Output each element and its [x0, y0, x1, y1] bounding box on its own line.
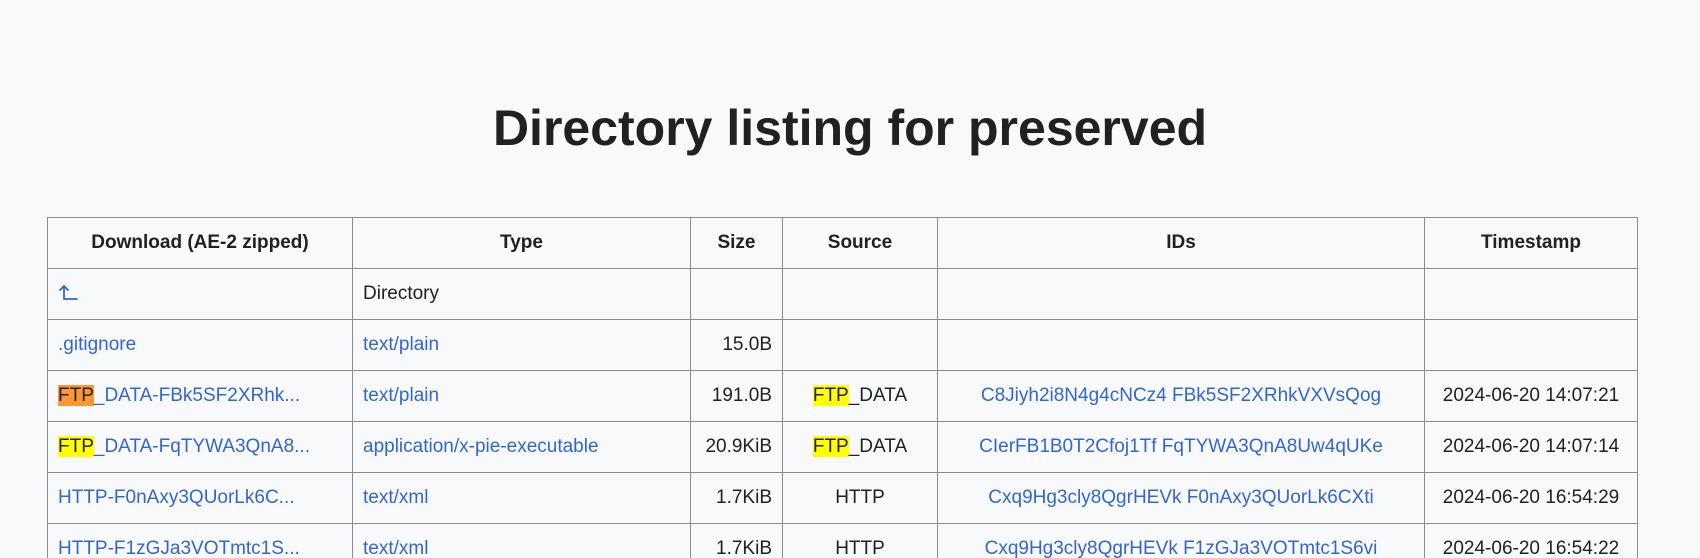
header-source: Source — [782, 217, 938, 269]
parent-directory-cell — [47, 268, 353, 320]
header-download: Download (AE-2 zipped) — [47, 217, 353, 269]
type-cell: text/xml — [352, 523, 691, 558]
size-cell: 20.9KiB — [690, 421, 783, 473]
file-download-link[interactable]: FTP_DATA-FBk5SF2XRhk... — [58, 385, 300, 406]
ids-cell: Cxq9Hg3cly8QgrHEVk F0nAxy3QUorLk6CXti — [937, 472, 1425, 524]
source-cell: FTP_DATA — [782, 421, 938, 473]
type-link[interactable]: text/plain — [363, 334, 439, 355]
source-cell — [782, 319, 938, 371]
timestamp-cell: 2024-06-20 16:54:22 — [1424, 523, 1638, 558]
source-rest: _DATA — [848, 436, 908, 457]
table-row: HTTP-F1zGJa3VOTmtc1S... text/xml 1.7KiB … — [47, 523, 1638, 558]
header-ids: IDs — [937, 217, 1425, 269]
type-link[interactable]: text/plain — [363, 385, 439, 406]
parent-ids-cell — [937, 268, 1425, 320]
size-cell: 1.7KiB — [690, 472, 783, 524]
source-cell: HTTP — [782, 523, 938, 558]
file-name-cell: HTTP-F0nAxy3QUorLk6C... — [47, 472, 353, 524]
ids-cell: Cxq9Hg3cly8QgrHEVk F1zGJa3VOTmtc1S6vi — [937, 523, 1425, 558]
parent-size-cell — [690, 268, 783, 320]
source-highlight: FTP — [812, 385, 849, 406]
ids-link[interactable]: CIerFB1B0T2Cfoj1Tf FqTYWA3QnA8Uw4qUKe — [979, 436, 1383, 457]
timestamp-cell — [1424, 319, 1638, 371]
header-size: Size — [690, 217, 783, 269]
name-rest: HTTP-F1zGJa3VOTmtc1S... — [58, 538, 300, 558]
parent-directory-row: Directory — [47, 268, 1638, 320]
name-rest: HTTP-F0nAxy3QUorLk6C... — [58, 487, 295, 508]
type-link[interactable]: text/xml — [363, 538, 428, 558]
timestamp-cell: 2024-06-20 14:07:21 — [1424, 370, 1638, 422]
file-download-link[interactable]: FTP_DATA-FqTYWA3QnA8... — [58, 436, 310, 457]
header-type: Type — [352, 217, 691, 269]
header-timestamp: Timestamp — [1424, 217, 1638, 269]
size-cell: 191.0B — [690, 370, 783, 422]
type-cell: text/xml — [352, 472, 691, 524]
parent-type-cell: Directory — [352, 268, 691, 320]
ids-cell: C8Jiyh2i8N4g4cNCz4 FBk5SF2XRhkVXVsQog — [937, 370, 1425, 422]
ids-link[interactable]: C8Jiyh2i8N4g4cNCz4 FBk5SF2XRhkVXVsQog — [981, 385, 1381, 406]
file-name-cell: HTTP-F1zGJa3VOTmtc1S... — [47, 523, 353, 558]
table-row: FTP_DATA-FqTYWA3QnA8... application/x-pi… — [47, 421, 1638, 473]
parent-directory-link[interactable] — [58, 284, 78, 305]
source-rest: _DATA — [848, 385, 908, 406]
table-row: FTP_DATA-FBk5SF2XRhk... text/plain 191.0… — [47, 370, 1638, 422]
type-cell: text/plain — [352, 370, 691, 422]
size-cell: 15.0B — [690, 319, 783, 371]
up-arrow-icon — [59, 284, 78, 300]
table-header-row: Download (AE-2 zipped) Type Size Source … — [47, 217, 1638, 269]
source-highlight: FTP — [812, 436, 849, 457]
file-name-cell: FTP_DATA-FBk5SF2XRhk... — [47, 370, 353, 422]
parent-timestamp-cell — [1424, 268, 1638, 320]
source-cell: HTTP — [782, 472, 938, 524]
ids-link[interactable]: Cxq9Hg3cly8QgrHEVk F1zGJa3VOTmtc1S6vi — [985, 538, 1378, 558]
name-rest: .gitignore — [58, 334, 137, 355]
name-highlight: FTP — [58, 436, 94, 457]
table-row: HTTP-F0nAxy3QUorLk6C... text/xml 1.7KiB … — [47, 472, 1638, 524]
file-download-link[interactable]: HTTP-F0nAxy3QUorLk6C... — [58, 487, 295, 508]
page-title: Directory listing for preserved — [492, 100, 1208, 156]
table-row: .gitignore text/plain 15.0B — [47, 319, 1638, 371]
name-rest: _DATA-FqTYWA3QnA8... — [93, 436, 310, 457]
type-link[interactable]: application/x-pie-executable — [363, 436, 599, 457]
name-highlight: FTP — [58, 385, 94, 406]
file-download-link[interactable]: HTTP-F1zGJa3VOTmtc1S... — [58, 538, 300, 558]
timestamp-cell: 2024-06-20 16:54:29 — [1424, 472, 1638, 524]
ids-link[interactable]: Cxq9Hg3cly8QgrHEVk F0nAxy3QUorLk6CXti — [988, 487, 1373, 508]
source-rest: HTTP — [835, 487, 885, 508]
directory-table: Download (AE-2 zipped) Type Size Source … — [47, 217, 1638, 558]
type-link[interactable]: text/xml — [363, 487, 428, 508]
file-name-cell: .gitignore — [47, 319, 353, 371]
ids-cell — [937, 319, 1425, 371]
timestamp-cell: 2024-06-20 14:07:14 — [1424, 421, 1638, 473]
file-download-link[interactable]: .gitignore — [58, 334, 136, 355]
size-cell: 1.7KiB — [690, 523, 783, 558]
name-rest: _DATA-FBk5SF2XRhk... — [93, 385, 301, 406]
source-rest: HTTP — [835, 538, 885, 558]
file-name-cell: FTP_DATA-FqTYWA3QnA8... — [47, 421, 353, 473]
ids-cell: CIerFB1B0T2Cfoj1Tf FqTYWA3QnA8Uw4qUKe — [937, 421, 1425, 473]
type-cell: text/plain — [352, 319, 691, 371]
source-cell: FTP_DATA — [782, 370, 938, 422]
parent-source-cell — [782, 268, 938, 320]
type-cell: application/x-pie-executable — [352, 421, 691, 473]
